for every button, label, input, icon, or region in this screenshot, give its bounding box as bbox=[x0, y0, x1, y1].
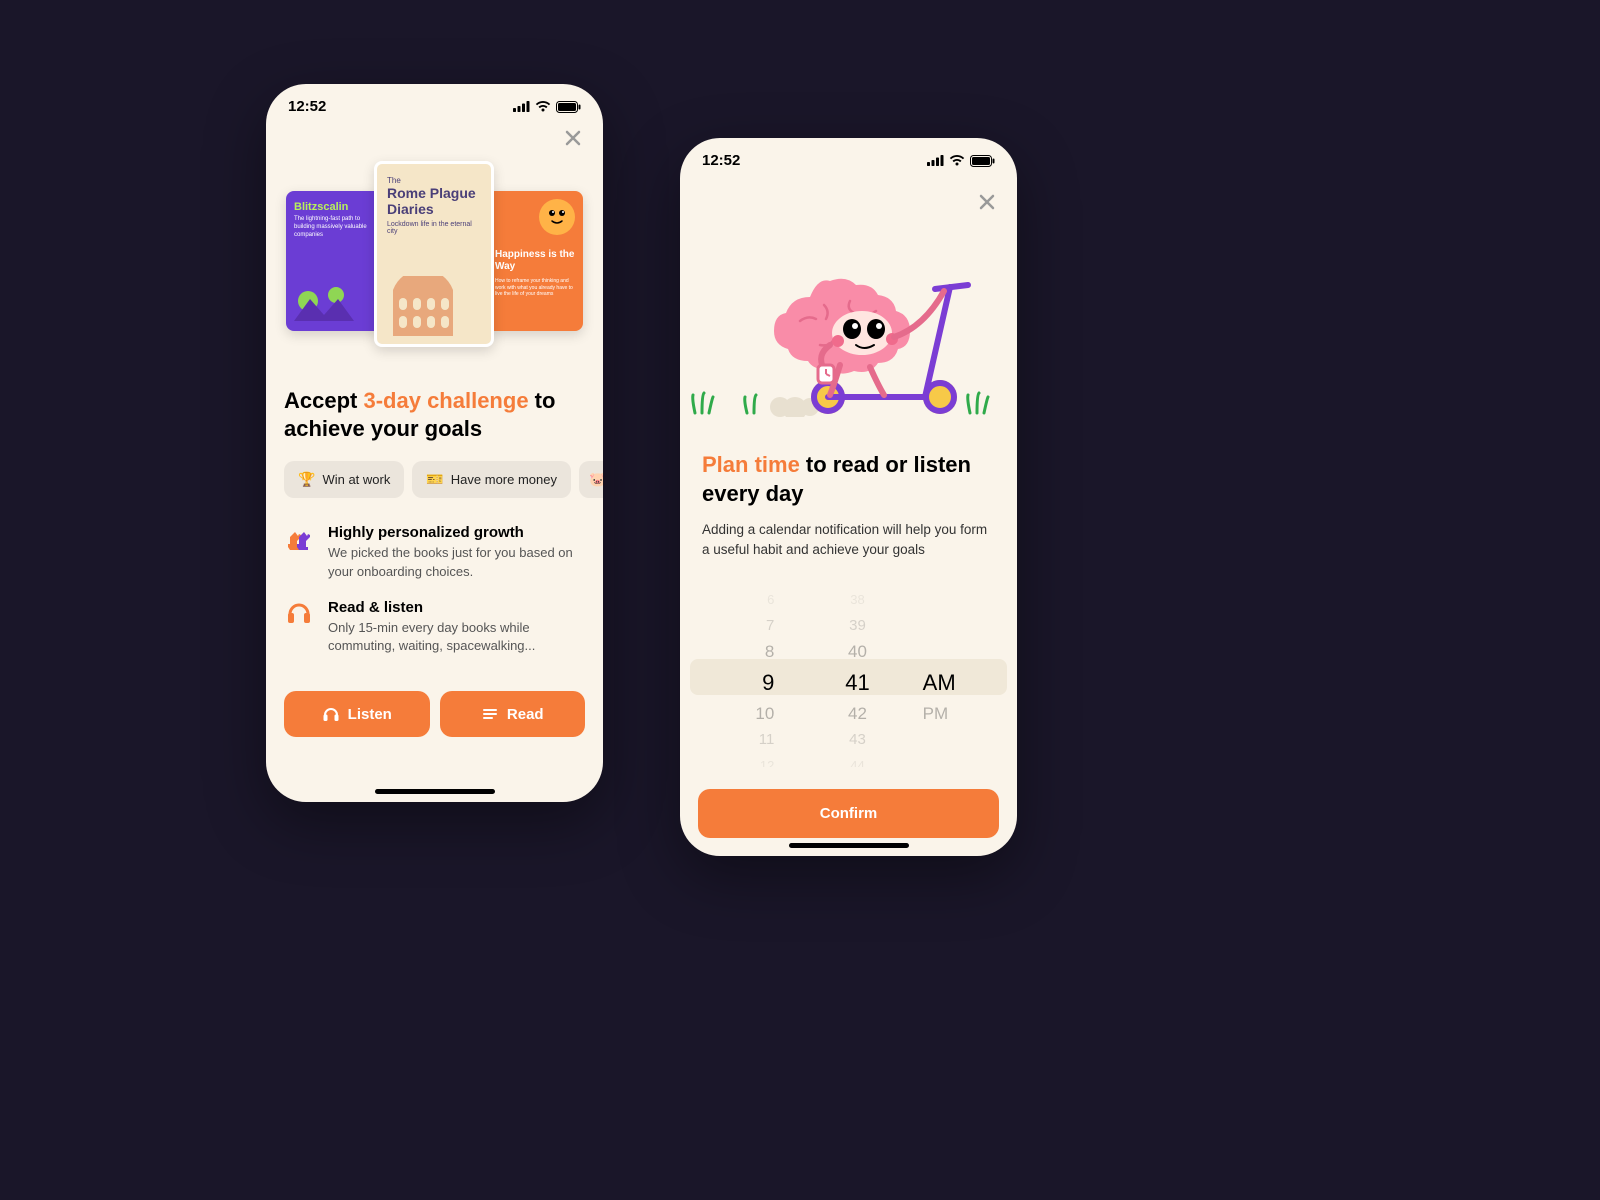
picker-ampm[interactable]: AM PM bbox=[905, 587, 1017, 767]
text-lines-icon bbox=[481, 705, 499, 723]
home-indicator[interactable] bbox=[789, 843, 909, 848]
status-icons bbox=[927, 155, 995, 167]
challenge-screen: 12:52 Blitzscalin The lightning-fast pat… bbox=[266, 84, 603, 802]
status-bar: 12:52 bbox=[680, 138, 1017, 175]
headphones-icon bbox=[284, 599, 314, 655]
piggy-icon: 🐷 bbox=[589, 471, 603, 488]
feature-desc: We picked the books just for you based o… bbox=[328, 544, 585, 580]
balloon-face-icon bbox=[539, 199, 575, 235]
book-blitzscaling: Blitzscalin The lightning-fast path to b… bbox=[286, 191, 382, 331]
headphones-icon bbox=[322, 705, 340, 723]
feature-personalized: Highly personalized growth We picked the… bbox=[284, 524, 585, 580]
chip-win-at-work[interactable]: 🏆 Win at work bbox=[284, 461, 404, 498]
battery-icon bbox=[970, 155, 995, 167]
book-covers: Blitzscalin The lightning-fast path to b… bbox=[266, 161, 603, 361]
feature-title: Read & listen bbox=[328, 599, 585, 616]
read-button[interactable]: Read bbox=[440, 691, 586, 737]
feature-read-listen: Read & listen Only 15-min every day book… bbox=[284, 599, 585, 655]
chip-more[interactable]: 🐷 bbox=[579, 461, 603, 498]
chip-have-more-money[interactable]: 🎫 Have more money bbox=[412, 461, 571, 498]
status-time: 12:52 bbox=[702, 152, 740, 169]
plan-time-headline: Plan time to read or listen every day bbox=[680, 417, 1017, 508]
colosseum-illustration bbox=[387, 276, 459, 336]
trees-illustration bbox=[294, 281, 354, 321]
confirm-button[interactable]: Confirm bbox=[698, 789, 999, 838]
home-indicator[interactable] bbox=[375, 789, 495, 794]
chess-icon bbox=[284, 524, 314, 580]
brain-scooter-illustration bbox=[680, 217, 1017, 417]
goal-chips: 🏆 Win at work 🎫 Have more money 🐷 bbox=[266, 443, 603, 498]
book-rome-plague: The Rome Plague Diaries Lockdown life in… bbox=[374, 161, 494, 347]
plan-time-screen: 12:52 bbox=[680, 138, 1017, 856]
feature-title: Highly personalized growth bbox=[328, 524, 585, 541]
close-button[interactable] bbox=[975, 190, 999, 214]
status-bar: 12:52 bbox=[266, 84, 603, 121]
close-button[interactable] bbox=[561, 126, 585, 150]
picker-hours[interactable]: 6 7 8 9 10 11 12 bbox=[680, 587, 802, 767]
time-picker[interactable]: 6 7 8 9 10 11 12 38 39 40 41 42 43 44 bbox=[680, 587, 1017, 767]
wifi-icon bbox=[535, 101, 551, 112]
picker-minutes[interactable]: 38 39 40 41 42 43 44 bbox=[802, 587, 904, 767]
challenge-headline: Accept 3-day challenge to achieve your g… bbox=[266, 361, 603, 443]
status-icons bbox=[513, 101, 581, 113]
trophy-icon: 🏆 bbox=[298, 471, 315, 488]
book-happiness: Happiness is the Way How to reframe your… bbox=[487, 191, 583, 331]
cta-row: Listen Read bbox=[266, 673, 603, 737]
plan-time-subtext: Adding a calendar notification will help… bbox=[680, 508, 1017, 559]
feature-desc: Only 15-min every day books while commut… bbox=[328, 619, 585, 655]
feature-list: Highly personalized growth We picked the… bbox=[266, 498, 603, 655]
battery-icon bbox=[556, 101, 581, 113]
ticket-icon: 🎫 bbox=[426, 471, 443, 488]
cellular-icon bbox=[927, 155, 944, 166]
status-time: 12:52 bbox=[288, 98, 326, 115]
wifi-icon bbox=[949, 155, 965, 166]
listen-button[interactable]: Listen bbox=[284, 691, 430, 737]
cellular-icon bbox=[513, 101, 530, 112]
